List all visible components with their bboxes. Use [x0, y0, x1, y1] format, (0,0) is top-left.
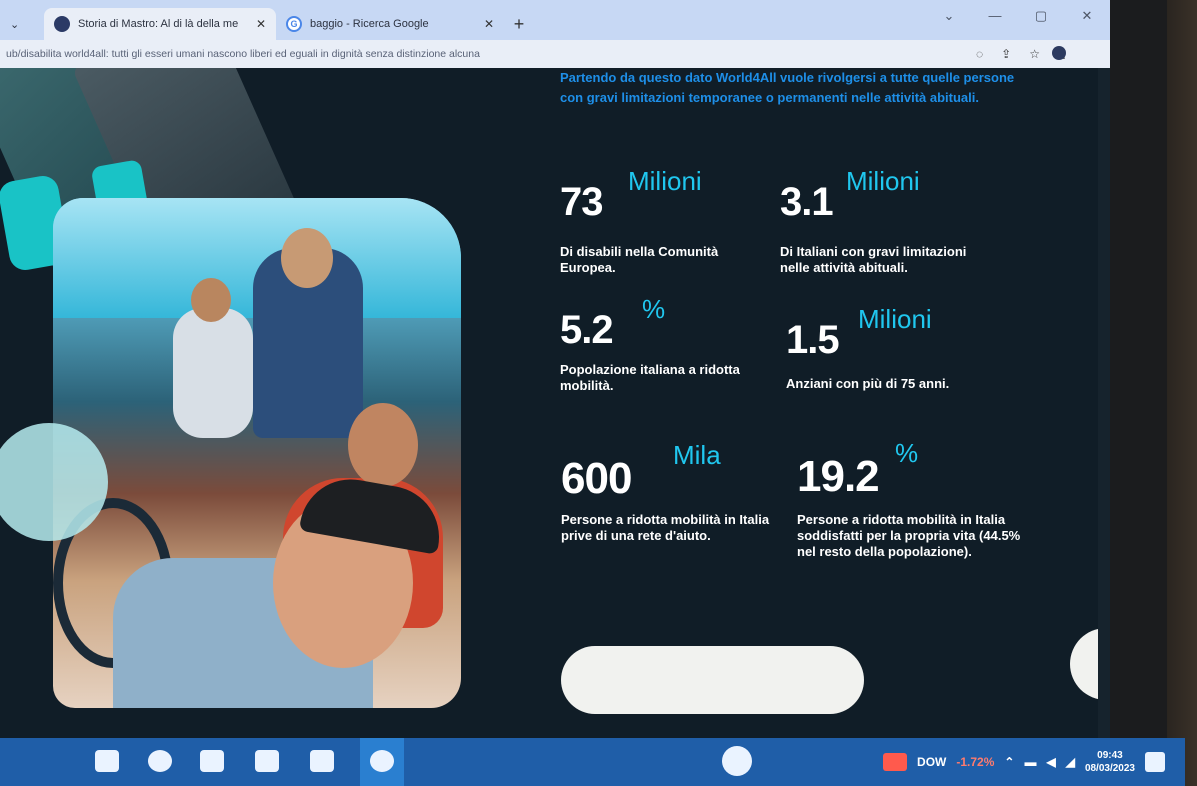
store-icon[interactable]: [255, 750, 279, 772]
stock-label[interactable]: DOW: [917, 755, 946, 769]
chevron-down-icon: ⌄: [10, 18, 20, 31]
chrome-icon[interactable]: [370, 750, 394, 772]
windows-taskbar: DOW -1.72% ⌃ ▬ ◀ ◢ 09:43 08/03/2023: [0, 738, 1185, 786]
close-window-button[interactable]: ✕: [1064, 2, 1110, 30]
stat-unit: %: [895, 438, 919, 468]
stat-value: 3.1: [780, 180, 834, 224]
clock-date: 08/03/2023: [1084, 763, 1135, 774]
edge-site-icon: [54, 16, 70, 32]
group-selfie-photo: [53, 198, 461, 708]
stat-unit: Milioni: [846, 166, 920, 196]
monitor-bezel: [1167, 0, 1197, 786]
stat-unit: %: [642, 294, 666, 324]
close-icon[interactable]: ✕: [484, 17, 494, 31]
web-page: Partendo da questo dato World4All vuole …: [0, 68, 1110, 738]
stat-value: 19.2: [797, 452, 880, 501]
edge-icon[interactable]: [148, 750, 172, 772]
stat-description: Di Italiani con gravi limitazioni nelle …: [780, 244, 967, 275]
share-icon[interactable]: ⇪: [1001, 47, 1011, 61]
battery-icon[interactable]: ◢: [1066, 755, 1075, 769]
tab-label: baggio - Ricerca Google: [310, 18, 429, 30]
clock[interactable]: 09:43 08/03/2023: [1085, 749, 1135, 775]
network-icon[interactable]: ▬: [1024, 755, 1036, 769]
photo-part: [348, 403, 418, 487]
folder-icon[interactable]: [200, 750, 224, 772]
profile-avatar[interactable]: [1052, 46, 1066, 60]
window-controls: ⌄ — ▢ ✕: [926, 2, 1110, 30]
photo-part: [281, 228, 333, 288]
monitor: ⌄ Storia di Mastro: Al di là della me ✕ …: [0, 0, 1185, 786]
stat-value: 600: [561, 454, 632, 503]
minimize-button[interactable]: —: [972, 2, 1018, 30]
tab-overflow-button[interactable]: ⌄: [0, 8, 44, 40]
system-tray: DOW -1.72% ⌃ ▬ ◀ ◢ 09:43 08/03/2023: [883, 738, 1165, 786]
tab-label: Storia di Mastro: Al di là della me: [78, 18, 239, 30]
speaker-icon[interactable]: ◀: [1046, 755, 1055, 769]
search-icon[interactable]: [722, 746, 752, 776]
chevron-up-icon[interactable]: ⌃: [1004, 755, 1014, 769]
photo-part: [191, 278, 231, 322]
stock-change: -1.72%: [956, 755, 995, 769]
photographed-screen: ⌄ Storia di Mastro: Al di là della me ✕ …: [0, 0, 1197, 786]
close-icon[interactable]: ✕: [256, 17, 266, 31]
mail-icon[interactable]: [310, 750, 334, 772]
clock-time: 09:43: [1097, 750, 1123, 761]
cta-button[interactable]: [561, 646, 864, 714]
notification-icon[interactable]: [1145, 752, 1165, 772]
stat-unit: Milioni: [858, 304, 932, 334]
tab-strip: ⌄ Storia di Mastro: Al di là della me ✕ …: [0, 0, 1110, 40]
maximize-button[interactable]: ▢: [1018, 2, 1064, 30]
stat-unit: Milioni: [628, 166, 702, 196]
address-bar: ub/disabilita world4all: tutti gli esser…: [0, 40, 1110, 68]
tab-storia-di-mastro[interactable]: Storia di Mastro: Al di là della me ✕: [44, 8, 276, 40]
stat-description: Persone a ridotta mobilità in Italia pri…: [561, 512, 770, 543]
stat-value: 5.2: [560, 308, 614, 352]
new-tab-button[interactable]: +: [504, 8, 534, 40]
google-lens-icon[interactable]: ◌: [976, 47, 983, 61]
url-field[interactable]: ub/disabilita world4all: tutti gli esser…: [6, 48, 906, 60]
scrollbar[interactable]: [1098, 68, 1110, 738]
intro-text: Partendo da questo dato World4All vuole …: [560, 70, 1015, 105]
stat-value: 73: [560, 180, 603, 224]
chevron-down-icon[interactable]: ⌄: [926, 2, 972, 30]
tab-google-search[interactable]: G baggio - Ricerca Google ✕: [276, 8, 504, 40]
stock-chart-icon[interactable]: [883, 753, 908, 771]
photo-part: [173, 308, 253, 438]
task-view-icon[interactable]: [95, 750, 119, 772]
star-icon[interactable]: ☆: [1029, 47, 1040, 61]
stat-description: Di disabili nella Comunità Europea.: [560, 244, 719, 275]
stat-description: Anziani con più di 75 anni.: [786, 376, 950, 391]
stat-value: 1.5: [786, 318, 840, 362]
google-icon: G: [286, 16, 302, 32]
stat-unit: Mila: [673, 440, 721, 470]
stat-description: Persone a ridotta mobilità in Italia sod…: [797, 512, 1021, 559]
stat-description: Popolazione italiana a ridotta mobilità.: [560, 362, 740, 393]
